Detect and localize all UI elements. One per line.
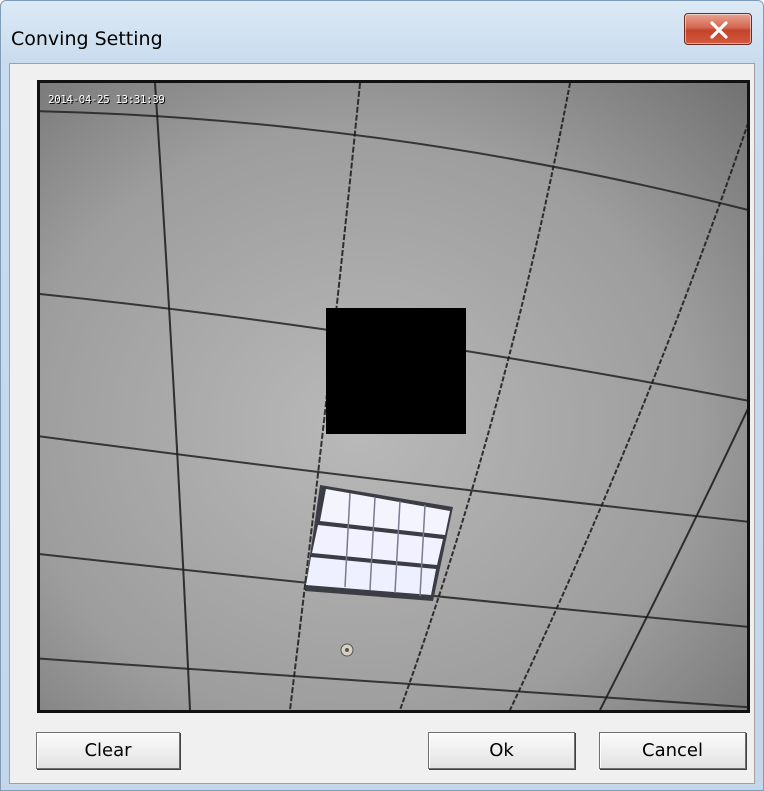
camera-preview[interactable]: 2014-04-25 13:31:39 xyxy=(37,80,750,713)
privacy-mask-region xyxy=(326,308,466,434)
close-button[interactable] xyxy=(684,13,752,45)
dialog-window: Conving Setting 2014-04-25 13:31:39 Clea… xyxy=(0,0,764,791)
close-x-icon xyxy=(710,21,728,39)
cancel-button[interactable]: Cancel xyxy=(599,732,746,769)
video-timestamp: 2014-04-25 13:31:39 xyxy=(48,93,165,106)
ok-button[interactable]: Ok xyxy=(428,732,575,769)
camera-image xyxy=(40,83,747,710)
window-title: Conving Setting xyxy=(11,28,163,50)
title-bar[interactable]: Conving Setting xyxy=(1,1,763,63)
clear-button[interactable]: Clear xyxy=(36,732,180,769)
